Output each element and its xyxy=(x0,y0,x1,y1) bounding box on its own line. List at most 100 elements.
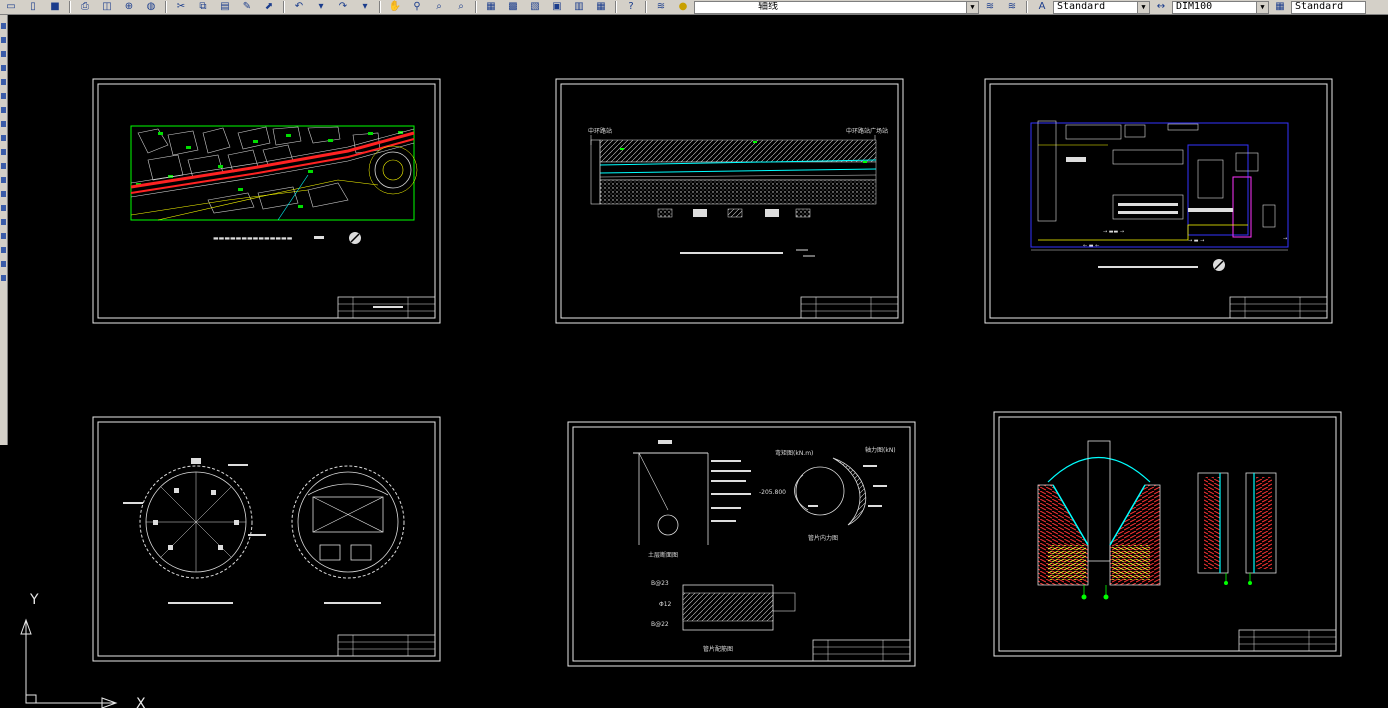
region-icon[interactable] xyxy=(1,247,6,253)
redo-icon[interactable]: ↷ xyxy=(334,1,352,13)
zoom-realtime-icon[interactable]: ⚲ xyxy=(408,1,426,13)
rebar-label-1: B@23 xyxy=(651,580,669,587)
polygon-icon[interactable] xyxy=(1,65,6,71)
multiline-text-icon[interactable] xyxy=(1,275,6,281)
title-block xyxy=(337,296,436,319)
svg-text:← ▬ ←: ← ▬ ← xyxy=(1083,243,1099,249)
sheet-shaft-structure[interactable] xyxy=(993,411,1342,657)
make-current-layer-icon[interactable]: ≋ xyxy=(981,1,999,13)
table-style-dropdown[interactable]: Standard xyxy=(1291,0,1366,14)
layer-dropdown[interactable]: 轴线 ▼ xyxy=(694,0,979,14)
sheet-tunnel-sections[interactable] xyxy=(92,416,441,662)
properties-icon[interactable]: ▦ xyxy=(482,1,500,13)
layer-name: 轴线 xyxy=(758,0,778,12)
soil-section-label: 土层断面图 xyxy=(648,551,678,559)
chevron-down-icon: ▼ xyxy=(1137,1,1149,13)
axial-diagram-label: 轴力图(kN) xyxy=(865,446,896,454)
make-block-icon[interactable] xyxy=(1,191,6,197)
insert-block-icon[interactable] xyxy=(1,177,6,183)
dim-style-icon[interactable]: ↔ xyxy=(1152,1,1170,13)
legend-hatches xyxy=(657,208,811,218)
profile-label-left: 中环路站 xyxy=(588,127,612,135)
tool-palettes-icon[interactable]: ▧ xyxy=(526,1,544,13)
separator xyxy=(1026,1,1028,13)
circle-icon[interactable] xyxy=(1,107,6,113)
copy-icon[interactable]: ⧉ xyxy=(194,1,212,13)
dim-style-dropdown[interactable]: DIM100 ▼ xyxy=(1172,0,1269,14)
separator xyxy=(165,1,167,13)
chevron-down-icon: ▼ xyxy=(1256,1,1268,13)
dim-style-value: DIM100 xyxy=(1176,0,1213,12)
rebar-label-2: Φ12 xyxy=(659,601,672,608)
match-properties-icon[interactable]: ✎ xyxy=(238,1,256,13)
point-icon[interactable] xyxy=(1,205,6,211)
print-icon[interactable]: ⎙ xyxy=(76,1,94,13)
chevron-down-icon: ▼ xyxy=(966,1,978,13)
ellipse-arc-icon[interactable] xyxy=(1,163,6,169)
ucs-x-label: X xyxy=(136,696,146,708)
hatch-icon[interactable] xyxy=(1,219,6,225)
title-block xyxy=(1229,296,1328,319)
line-tool-icon[interactable] xyxy=(1,23,6,29)
pan-icon[interactable]: ✋ xyxy=(386,1,404,13)
separator xyxy=(615,1,617,13)
construction-line-icon[interactable] xyxy=(1,37,6,43)
moment-value: -205.800 xyxy=(759,489,786,496)
gradient-icon[interactable] xyxy=(1,233,6,239)
ucs-icon: Y X xyxy=(20,592,146,708)
open-file-icon[interactable]: ▯ xyxy=(24,1,42,13)
text-style-dropdown[interactable]: Standard ▼ xyxy=(1053,0,1150,14)
zoom-previous-icon[interactable]: ⌕ xyxy=(452,1,470,13)
undo-dropdown-icon[interactable]: ▾ xyxy=(312,1,330,13)
sheet-set-icon[interactable]: ▣ xyxy=(548,1,566,13)
sheet-site-layout[interactable]: → ▬▬ → → ▬ → ← ▬ ← → xyxy=(984,78,1333,324)
sheet-site-plan[interactable]: ▬▬▬▬▬▬▬▬▬▬▬▬▬▬ xyxy=(92,78,441,324)
sheet-internal-forces[interactable]: 土层断面图 弯矩图(kN.m) 轴力图(kN) -205.800 管片内力图 B… xyxy=(567,421,916,667)
layer-manager-icon[interactable]: ≋ xyxy=(652,1,670,13)
globe-icon[interactable]: ◍ xyxy=(142,1,160,13)
title-block xyxy=(800,296,899,319)
design-center-icon[interactable]: ▩ xyxy=(504,1,522,13)
title-block xyxy=(337,634,436,657)
undo-icon[interactable]: ↶ xyxy=(290,1,308,13)
drawing-canvas[interactable]: ▬▬▬▬▬▬▬▬▬▬▬▬▬▬ 中环路站 中环路站广场站 → ▬▬ → → ▬ →… xyxy=(8,15,1388,708)
zoom-window-icon[interactable]: ⌕ xyxy=(430,1,448,13)
green-markers xyxy=(136,131,403,208)
table-icon[interactable] xyxy=(1,261,6,267)
table-style-icon[interactable]: ▦ xyxy=(1271,1,1289,13)
segment-force-label: 管片内力图 xyxy=(808,534,838,542)
new-file-icon[interactable]: ▭ xyxy=(2,1,20,13)
calculator-icon[interactable]: ▦ xyxy=(592,1,610,13)
spline-icon[interactable] xyxy=(1,135,6,141)
layer-previous-icon[interactable]: ≋ xyxy=(1003,1,1021,13)
redo-dropdown-icon[interactable]: ▾ xyxy=(356,1,374,13)
ellipse-icon[interactable] xyxy=(1,149,6,155)
separator xyxy=(69,1,71,13)
cut-icon[interactable]: ✂ xyxy=(172,1,190,13)
block-editor-icon[interactable]: ⬈ xyxy=(260,1,278,13)
publish-icon[interactable]: ⊕ xyxy=(120,1,138,13)
svg-text:→ ▬▬ →: → ▬▬ → xyxy=(1103,229,1124,235)
markup-icon[interactable]: ▥ xyxy=(570,1,588,13)
paste-icon[interactable]: ▤ xyxy=(216,1,234,13)
separator xyxy=(645,1,647,13)
polyline-icon[interactable] xyxy=(1,51,6,57)
svg-text:▬▬▬▬▬▬▬▬▬▬▬▬▬▬: ▬▬▬▬▬▬▬▬▬▬▬▬▬▬ xyxy=(213,235,293,242)
title-block xyxy=(812,639,911,662)
separator xyxy=(283,1,285,13)
revision-cloud-icon[interactable] xyxy=(1,121,6,127)
top-toolbar: ▭ ▯ ■ ⎙ ◫ ⊕ ◍ ✂ ⧉ ▤ ✎ ⬈ ↶ ▾ ↷ ▾ ✋ ⚲ ⌕ ⌕ … xyxy=(0,0,1388,15)
svg-text:→ ▬ →: → ▬ → xyxy=(1188,238,1204,244)
sheet-geological-profile[interactable]: 中环路站 中环路站广场站 xyxy=(555,78,904,324)
preview-icon[interactable]: ◫ xyxy=(98,1,116,13)
profile-label-right: 中环路站广场站 xyxy=(846,127,888,135)
city-blocks xyxy=(137,126,381,214)
layer-state-icon: ● xyxy=(678,1,688,12)
rectangle-icon[interactable] xyxy=(1,79,6,85)
text-style-icon[interactable]: A xyxy=(1033,1,1051,13)
arc-icon[interactable] xyxy=(1,93,6,99)
help-icon[interactable]: ? xyxy=(622,1,640,13)
save-icon[interactable]: ■ xyxy=(46,1,64,13)
rebar-label-3: B@22 xyxy=(651,621,669,628)
text-style-value: Standard xyxy=(1057,0,1106,12)
